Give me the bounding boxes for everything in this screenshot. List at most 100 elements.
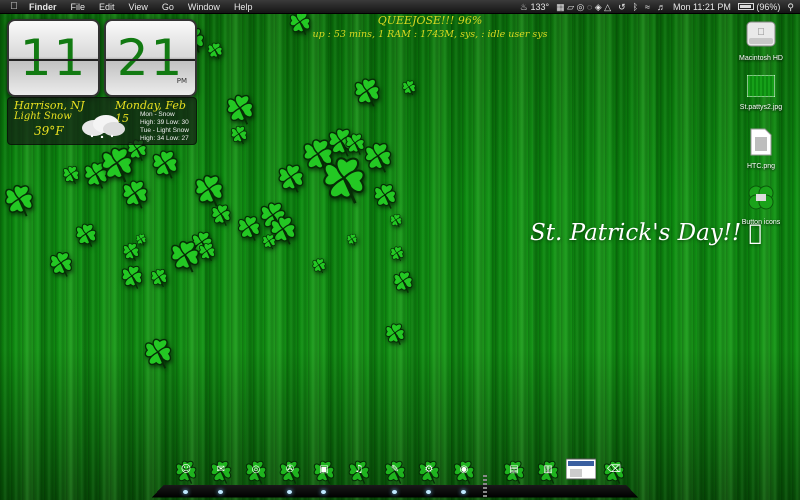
system-stats-widget: QUEEJOSE!!! 96% up : 53 mins, 1 RAM : 17… xyxy=(270,14,590,42)
desktop-icon-htc-png[interactable]: HTC.png xyxy=(726,128,796,170)
dock-item-system-preferences[interactable]: ⚙ xyxy=(415,457,443,485)
running-indicator xyxy=(392,490,397,494)
system-preferences-icon: ⚙ xyxy=(415,457,443,490)
running-indicator xyxy=(183,490,188,494)
photo-booth-icon: ◉ xyxy=(450,457,478,490)
apple-menu-icon[interactable]:  xyxy=(6,1,22,12)
dock-item-firefox[interactable]: ✇ xyxy=(276,457,304,485)
clover-icon xyxy=(208,201,234,227)
menu-edit[interactable]: Edit xyxy=(92,0,122,14)
battery-icon xyxy=(737,3,754,10)
running-indicator xyxy=(426,490,431,494)
clock-hour: 11 xyxy=(7,19,100,97)
forecast-line: Tue - Light Snow xyxy=(140,127,189,134)
forecast-line: High: 39 Low: 30 xyxy=(140,119,189,126)
dock-item-trash[interactable]: ⌫ xyxy=(600,457,628,485)
dock-item-itunes[interactable]: ♫ xyxy=(345,457,373,485)
menu-go[interactable]: Go xyxy=(155,0,181,14)
clover-icon xyxy=(118,176,152,210)
dock-item-iphoto[interactable]: ▣ xyxy=(310,457,338,485)
desktop-icon-macintosh-hd[interactable]:  Macintosh HD xyxy=(726,20,796,62)
png-file-icon xyxy=(750,128,772,156)
text-edit-icon: ✎ xyxy=(381,457,409,490)
clover-icon xyxy=(60,163,82,185)
dock-item-safari[interactable]: ◎ xyxy=(242,457,270,485)
running-indicator xyxy=(287,490,292,494)
running-indicator xyxy=(218,490,223,494)
clover-icon xyxy=(400,78,418,96)
finder-icon: ☺ xyxy=(172,457,200,490)
clover-icon xyxy=(222,90,258,126)
clock-ampm: PM xyxy=(176,77,187,85)
clover-icon xyxy=(72,220,100,248)
status-icons: ▦ ▱ ◎ ◌ ◈ △ xyxy=(556,2,612,12)
apple-logo-icon:  xyxy=(749,221,762,246)
clover-icon xyxy=(382,320,408,346)
desktop-icon-label: St.pattys2.jpg xyxy=(739,104,783,111)
clover-icon xyxy=(140,334,176,370)
clock-hour-text: 11 xyxy=(19,29,88,87)
datetime-menu[interactable]: Mon 11:21 PM xyxy=(673,0,731,14)
mail-icon: ✉ xyxy=(207,457,235,490)
battery-menu[interactable]: (96%) xyxy=(737,0,781,14)
clover-icon xyxy=(360,138,396,174)
snow-cloud-icon xyxy=(82,115,125,138)
desktop-icon-label: Macintosh HD xyxy=(739,55,783,62)
image-file-icon xyxy=(746,74,776,98)
stats-line-2: up : 53 mins, 1 RAM : 1743M, sys, : idle… xyxy=(312,29,548,40)
bluetooth-icon[interactable]: ᛒ xyxy=(633,0,638,14)
dock-item-text-edit[interactable]: ✎ xyxy=(381,457,409,485)
hard-drive-icon:  xyxy=(746,21,776,47)
menu-window[interactable]: Window xyxy=(181,0,227,14)
temperature-reading: 133° xyxy=(530,2,550,12)
menu-file[interactable]: File xyxy=(64,0,93,14)
greeting-text: St. Patrick's Day!! xyxy=(530,220,742,246)
clover-icon xyxy=(388,212,404,228)
weather-widget: Harrison, NJ Light Snow 39°F Monday, Feb… xyxy=(7,97,197,145)
documents-folder-icon: ▥ xyxy=(534,457,562,490)
menu-view[interactable]: View xyxy=(122,0,155,14)
folder-clover-icon xyxy=(748,185,774,210)
menu-app-name[interactable]: Finder xyxy=(22,0,64,14)
stats-line-1: QUEEJOSE!!! 96% xyxy=(377,14,483,27)
weather-temp: 39°F xyxy=(34,124,64,138)
clover-icon xyxy=(228,123,250,145)
spotlight-icon[interactable]: ⚲ xyxy=(787,0,794,14)
menu-help[interactable]: Help xyxy=(227,0,260,14)
svg-text::  xyxy=(757,27,765,38)
clover-icon xyxy=(205,40,225,60)
clover-icon xyxy=(148,266,170,288)
dock-item-applications-folder[interactable]: ▤ xyxy=(500,457,528,485)
volume-icon[interactable]: ♬ xyxy=(657,0,666,14)
trash-icon: ⌫ xyxy=(600,457,628,490)
clover-icon xyxy=(310,256,328,274)
clover-icon xyxy=(350,74,384,108)
forecast-line: Mon - Snow xyxy=(140,111,175,118)
dock-item-finder[interactable]: ☺ xyxy=(172,457,200,485)
clover-icon xyxy=(118,262,146,290)
running-indicator xyxy=(461,490,466,494)
clover-icon xyxy=(388,244,406,262)
menu-bar:  Finder File Edit View Go Window Help ♨… xyxy=(0,0,800,14)
downloads-stack-icon xyxy=(565,458,597,480)
itunes-icon: ♫ xyxy=(345,457,373,490)
desktop-icon-label: HTC.png xyxy=(746,163,775,170)
temperature-monitor[interactable]: ♨ 133° xyxy=(520,0,549,14)
time-machine-icon[interactable]: ↺ xyxy=(618,0,626,14)
dock-item-downloads-stack[interactable] xyxy=(565,457,597,485)
running-indicator xyxy=(321,490,326,494)
clover-icon xyxy=(134,232,148,246)
weather-condition: Light Snow xyxy=(14,111,72,122)
clover-icon xyxy=(148,146,182,180)
clover-icon xyxy=(196,240,218,262)
dock-item-documents-folder[interactable]: ▥ xyxy=(534,457,562,485)
wifi-icon[interactable]: ≈ xyxy=(645,0,650,14)
desktop-icon-stpattys-jpg[interactable]: St.pattys2.jpg xyxy=(726,74,796,111)
weather-forecast: Mon - Snow High: 39 Low: 30 Tue - Light … xyxy=(140,111,189,143)
st-patricks-greeting: St. Patrick's Day!!  xyxy=(530,220,762,246)
dock-item-photo-booth[interactable]: ◉ xyxy=(450,457,478,485)
dock-separator xyxy=(483,475,487,499)
iphoto-icon: ▣ xyxy=(310,457,338,490)
battery-percent: (96%) xyxy=(756,2,781,12)
dock-item-mail[interactable]: ✉ xyxy=(207,457,235,485)
